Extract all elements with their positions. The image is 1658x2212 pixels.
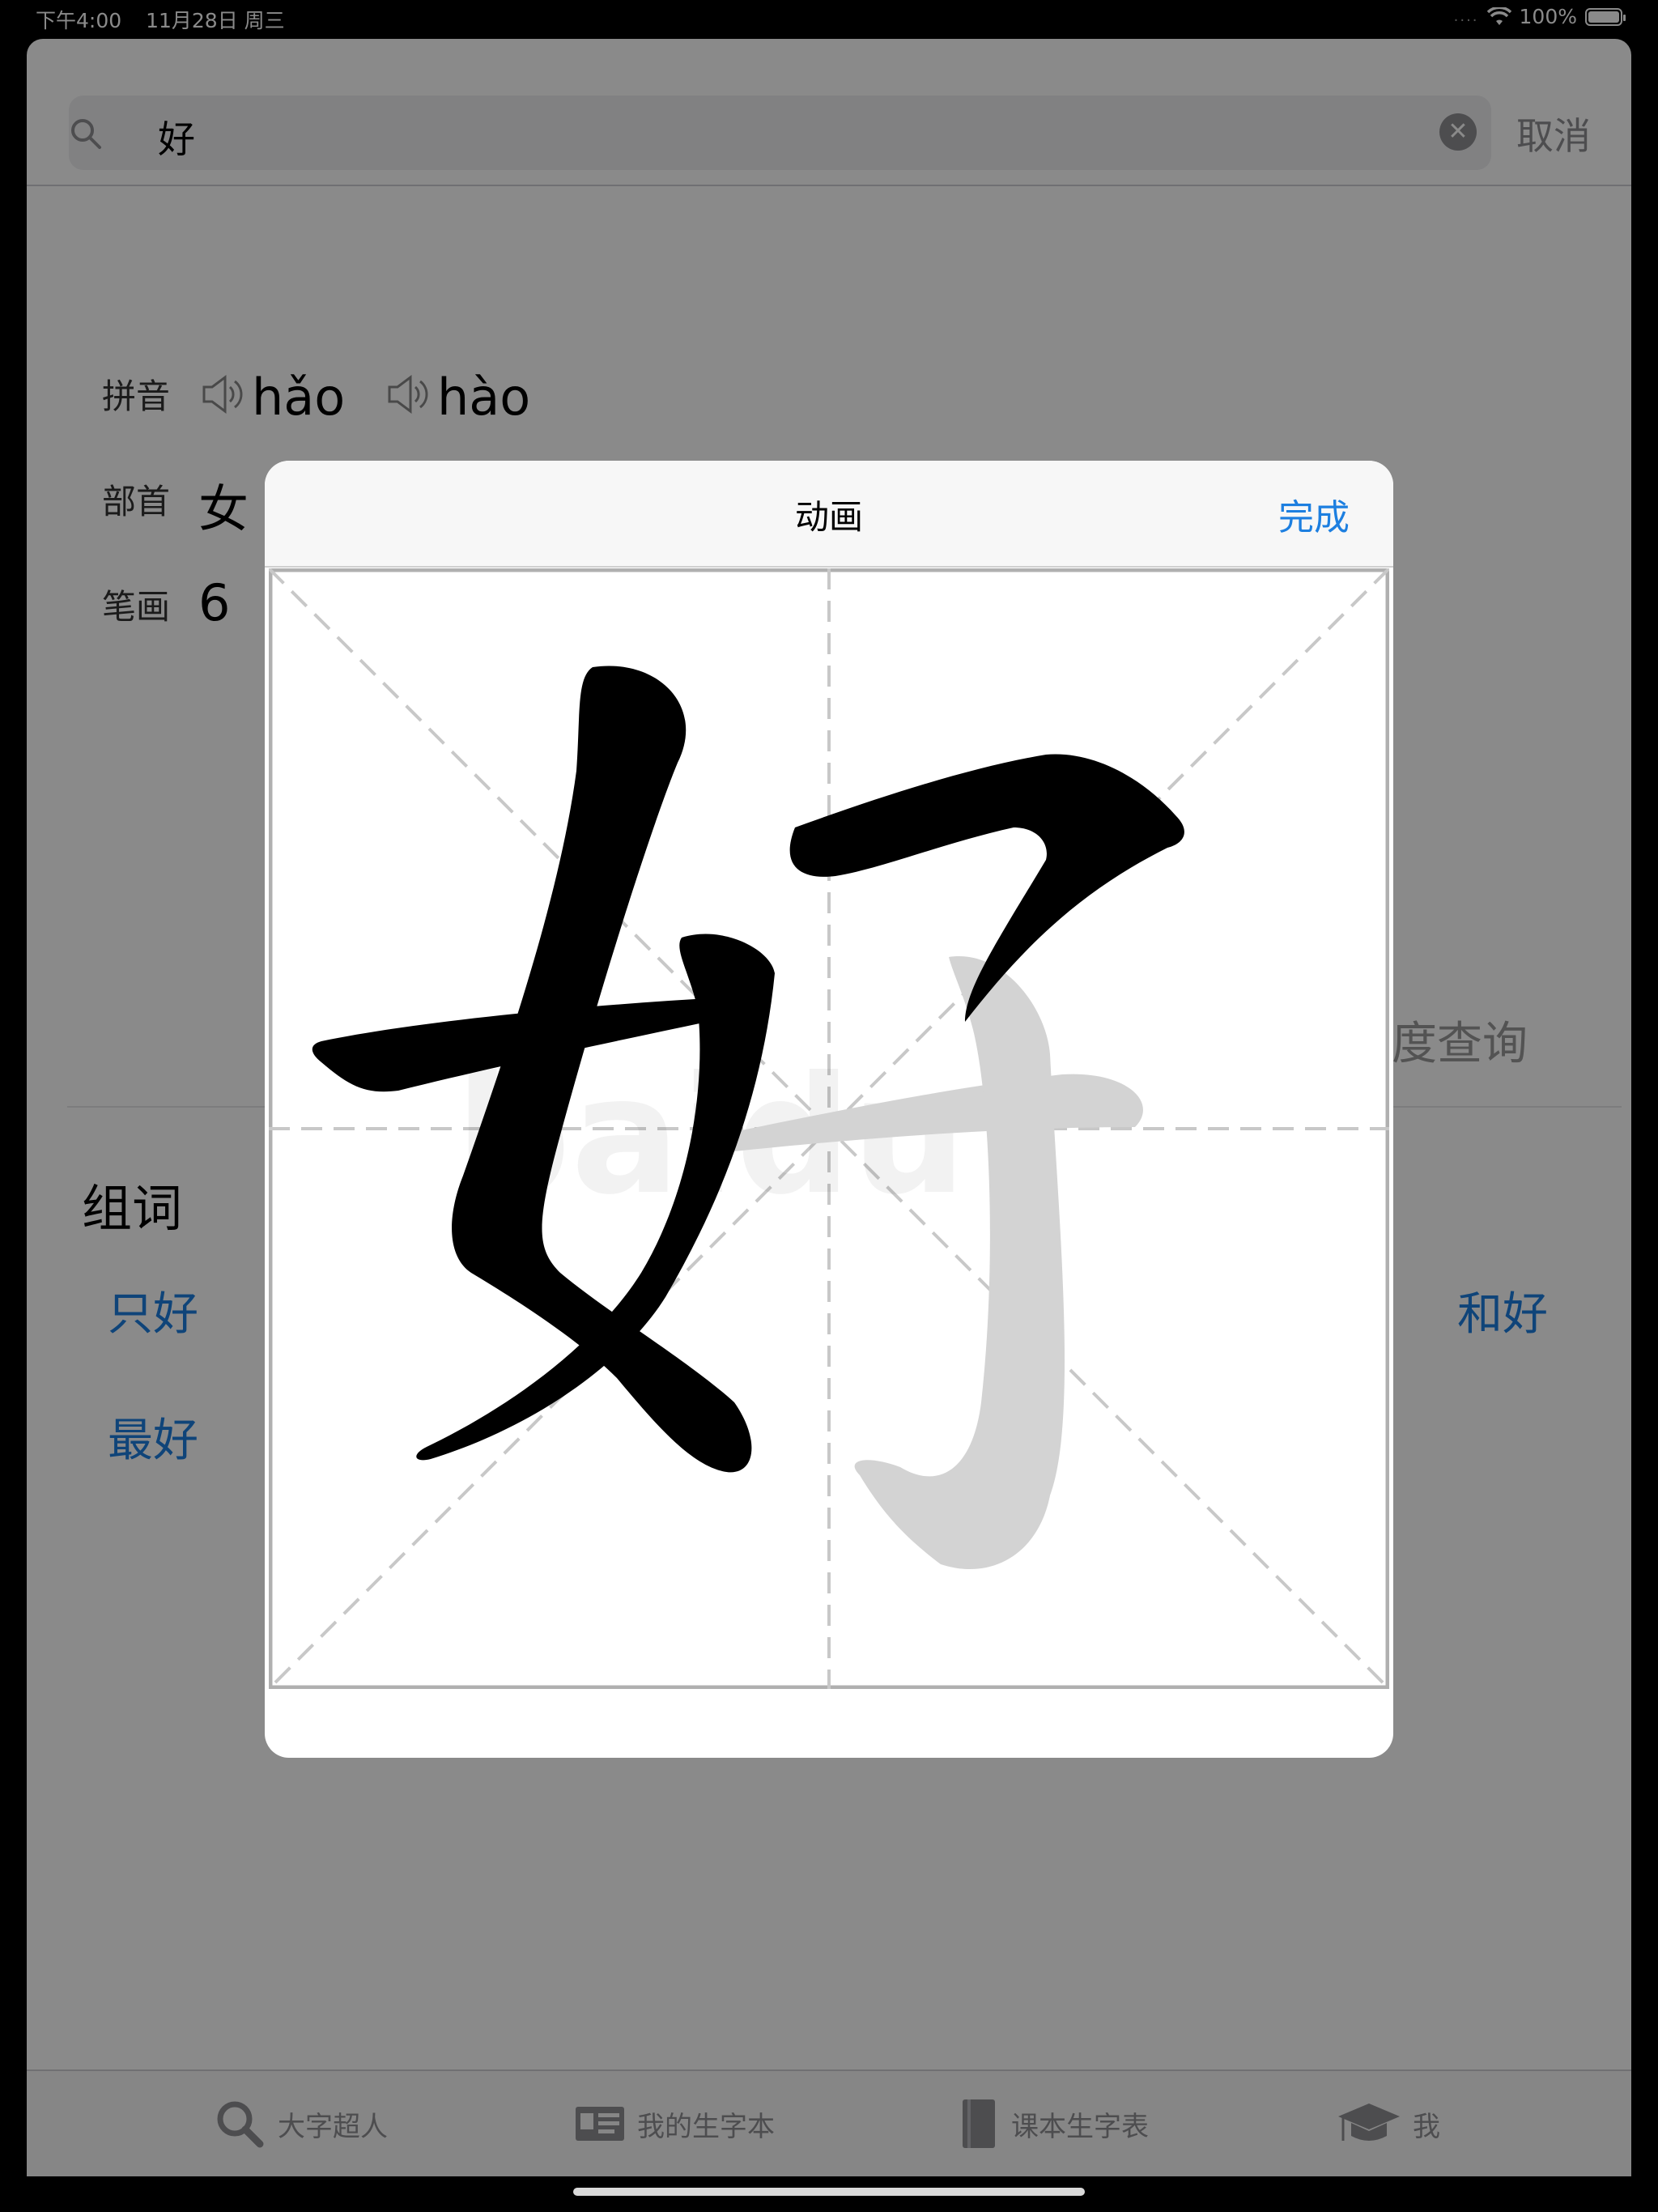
modal-title: 动画 xyxy=(794,497,863,537)
done-button[interactable]: 完成 xyxy=(1278,488,1350,540)
stroke-animation-canvas: baidu xyxy=(267,567,1391,1691)
home-indicator[interactable] xyxy=(573,2188,1085,2196)
animation-modal: 动画 完成 baidu xyxy=(265,461,1393,1758)
modal-header: 动画 完成 xyxy=(265,461,1393,568)
character-grid: baidu xyxy=(267,567,1391,1691)
